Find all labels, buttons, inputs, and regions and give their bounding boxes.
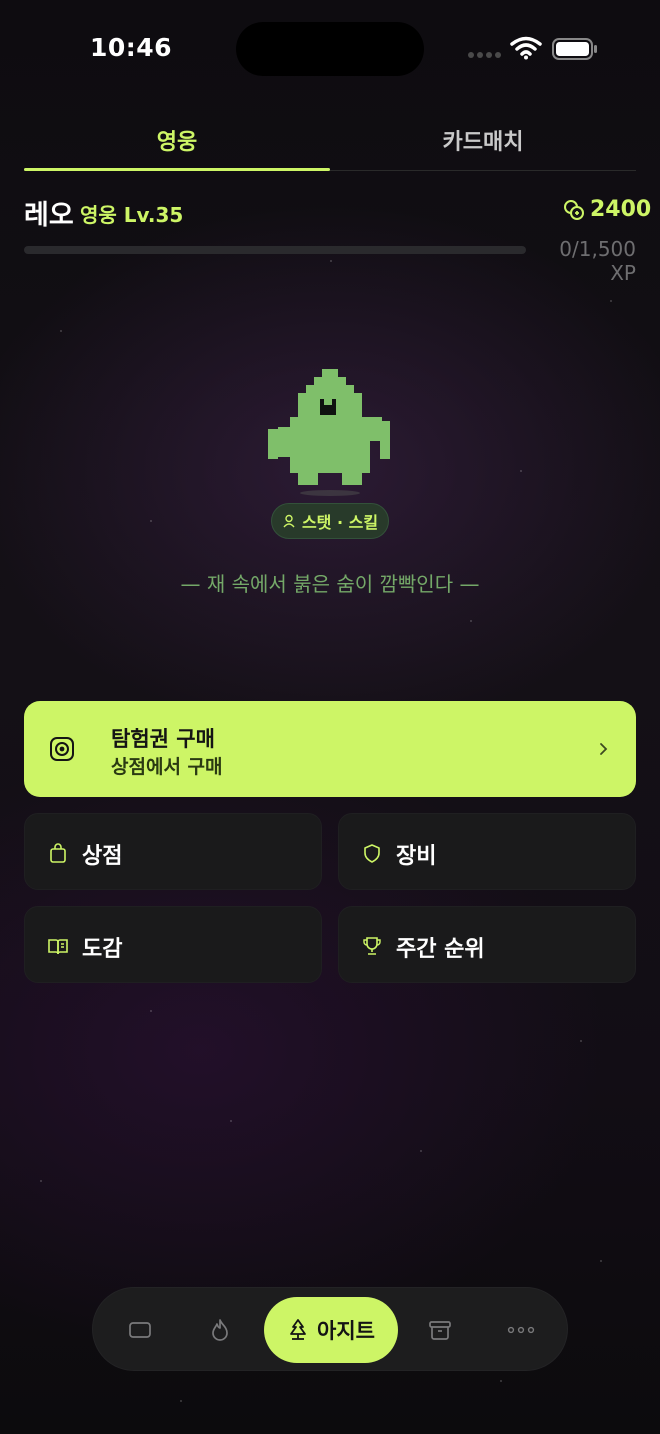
- character-shadow: [300, 490, 360, 496]
- shopping-bag-icon: [50, 843, 66, 863]
- weekly-ranking-button[interactable]: 주간 순위: [338, 906, 636, 983]
- battery-icon: [552, 38, 597, 60]
- chevron-right-icon: [600, 743, 608, 755]
- active-tab-indicator: [24, 168, 330, 171]
- cta-title: 탐험권 구매: [111, 727, 215, 751]
- dynamic-island: [236, 22, 424, 76]
- stats-skills-button[interactable]: 스탯 · 스킬: [271, 503, 389, 539]
- status-time: 10:46: [90, 33, 173, 62]
- cta-subtitle: 상점에서 구매: [111, 756, 223, 778]
- person-icon: [283, 514, 295, 528]
- encyclopedia-button[interactable]: 도감: [24, 906, 322, 983]
- xp-text: 0/1,500 XP: [559, 237, 636, 285]
- trophy-icon: [363, 937, 381, 955]
- encyclopedia-label: 도감: [82, 937, 123, 962]
- coin-balance: 2400: [590, 197, 652, 222]
- nav-storage[interactable]: [416, 1306, 464, 1354]
- shop-button[interactable]: 상점: [24, 813, 322, 890]
- nav-more[interactable]: [497, 1306, 545, 1354]
- hero-name: 레오: [24, 200, 74, 231]
- wifi-icon: [510, 36, 542, 60]
- stats-skills-label: 스탯 · 스킬: [301, 513, 379, 532]
- tree-icon: [290, 1319, 306, 1340]
- nav-hideout[interactable]: 아지트: [264, 1297, 398, 1363]
- more-icon: [507, 1326, 535, 1334]
- shield-icon: [364, 844, 380, 863]
- shop-label: 상점: [82, 844, 123, 869]
- card-icon: [129, 1322, 151, 1338]
- tab-hero[interactable]: 영웅: [24, 124, 330, 170]
- equipment-label: 장비: [396, 844, 437, 869]
- equipment-button[interactable]: 장비: [338, 813, 636, 890]
- xp-progress-bar: [24, 246, 526, 254]
- cellular-signal-icon: [468, 52, 502, 58]
- bottom-navigation: 아지트: [92, 1287, 568, 1371]
- target-icon: [50, 737, 74, 761]
- hero-character-sprite[interactable]: [268, 369, 392, 489]
- nav-hideout-label: 아지트: [317, 1319, 375, 1343]
- nav-dungeon[interactable]: [196, 1306, 244, 1354]
- nav-cards[interactable]: [116, 1306, 164, 1354]
- weekly-ranking-label: 주간 순위: [396, 937, 485, 962]
- hero-level: 영웅 Lv.35: [80, 203, 184, 227]
- book-icon: [48, 939, 68, 955]
- buy-exploration-ticket-button[interactable]: 탐험권 구매 상점에서 구매: [24, 701, 636, 797]
- tab-card-match[interactable]: 카드매치: [330, 124, 636, 170]
- flame-icon: [212, 1319, 228, 1341]
- flavor-text: — 재 속에서 붉은 숨이 깜빡인다 —: [180, 572, 480, 596]
- coin-icon: [564, 200, 584, 220]
- archive-icon: [429, 1321, 451, 1340]
